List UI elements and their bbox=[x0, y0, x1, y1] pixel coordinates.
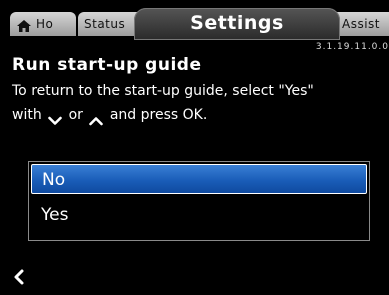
tab-home[interactable]: Ho bbox=[10, 12, 76, 36]
tab-settings-label: Settings bbox=[190, 12, 284, 34]
option-no-label: No bbox=[42, 170, 66, 190]
home-icon bbox=[16, 17, 32, 32]
chevron-up-icon bbox=[89, 110, 104, 126]
option-no[interactable]: No bbox=[31, 164, 367, 194]
settings-screen: Ho Status Assist Settings 3.1.19.11.0.0 … bbox=[0, 0, 389, 295]
description-end: and press OK. bbox=[109, 107, 208, 123]
option-yes-label: Yes bbox=[41, 205, 69, 225]
description-or: or bbox=[68, 107, 83, 123]
chevron-down-icon bbox=[48, 110, 62, 125]
page-title: Run start-up guide bbox=[12, 55, 202, 75]
version-number: 3.1.19.11.0.0 bbox=[315, 42, 389, 52]
tab-status-label: Status bbox=[84, 17, 126, 31]
tab-assist-label: Assist bbox=[342, 17, 381, 31]
back-button[interactable] bbox=[12, 268, 26, 286]
description-line1: To return to the start-up guide, select … bbox=[12, 83, 314, 99]
tab-home-label: Ho bbox=[36, 17, 54, 31]
option-list: No Yes bbox=[28, 161, 370, 241]
description-with: with bbox=[12, 107, 42, 123]
chevron-left-icon bbox=[14, 269, 24, 285]
description-text: To return to the start-up guide, select … bbox=[12, 79, 382, 127]
tab-bar: Ho Status Assist Settings bbox=[0, 0, 389, 42]
tab-settings[interactable]: Settings bbox=[134, 8, 340, 40]
option-yes[interactable]: Yes bbox=[31, 200, 367, 230]
